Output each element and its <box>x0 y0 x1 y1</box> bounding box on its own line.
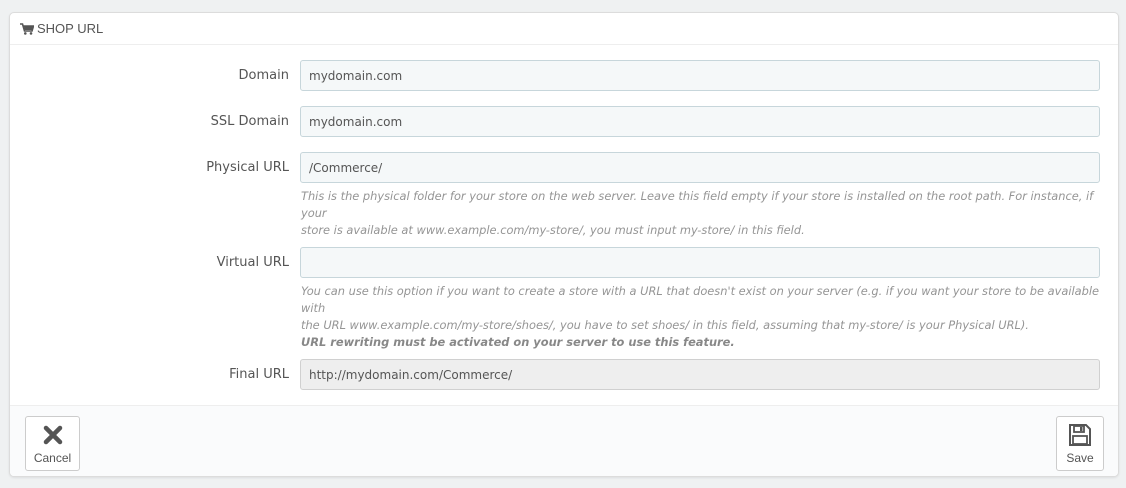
shopping-cart-icon <box>20 22 34 35</box>
cancel-button[interactable]: Cancel <box>25 416 80 471</box>
ssl-domain-label: SSL Domain <box>210 114 289 129</box>
panel-heading: SHOP URL <box>10 13 1118 45</box>
virtual-url-label: Virtual URL <box>216 255 289 270</box>
virtual-url-help-line1: You can use this option if you want to c… <box>301 284 1100 315</box>
panel-footer: Cancel Save <box>10 405 1118 476</box>
domain-label: Domain <box>238 68 289 83</box>
final-url-input <box>300 359 1100 390</box>
physical-url-help-line1: This is the physical folder for your sto… <box>301 189 1094 220</box>
shop-url-panel: SHOP URL Domain SSL Domain Physical URL … <box>9 12 1119 477</box>
virtual-url-help-line2: the URL www.example.com/my-store/shoes/,… <box>301 318 1029 332</box>
ssl-domain-input[interactable] <box>300 106 1100 137</box>
domain-input[interactable] <box>300 60 1100 91</box>
close-icon <box>40 422 66 448</box>
final-url-label: Final URL <box>229 367 289 382</box>
panel-title: SHOP URL <box>37 21 104 36</box>
cancel-label: Cancel <box>33 451 72 465</box>
virtual-url-input[interactable] <box>300 247 1100 278</box>
physical-url-input[interactable] <box>300 152 1100 183</box>
virtual-url-help: You can use this option if you want to c… <box>301 283 1106 351</box>
physical-url-label: Physical URL <box>206 160 289 175</box>
save-button[interactable]: Save <box>1056 416 1104 471</box>
physical-url-help: This is the physical folder for your sto… <box>301 188 1106 239</box>
floppy-disk-icon <box>1067 422 1093 448</box>
virtual-url-help-warning: URL rewriting must be activated on your … <box>301 335 735 349</box>
physical-url-help-line2: store is available at www.example.com/my… <box>301 223 805 237</box>
save-label: Save <box>1066 451 1094 465</box>
